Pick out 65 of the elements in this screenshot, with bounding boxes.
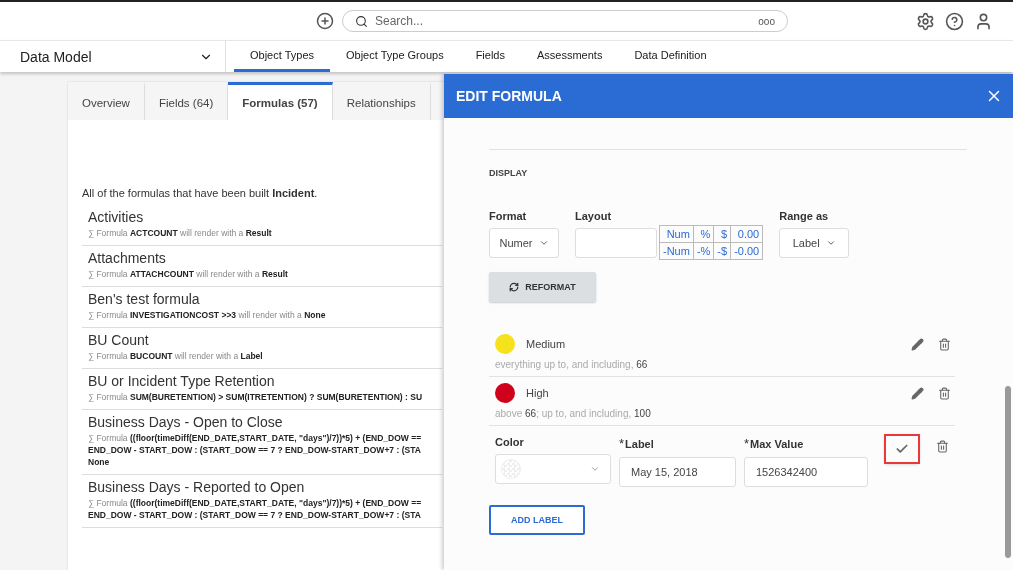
nav-tab[interactable]: Assessments — [520, 41, 619, 72]
confirm-check-icon[interactable] — [886, 436, 918, 462]
nav-tab[interactable]: Object Type Groups — [330, 41, 460, 72]
field-label: *Max Value — [744, 436, 805, 451]
field-label: Layout — [575, 210, 613, 222]
text-input[interactable]: 1526342400 — [744, 457, 868, 487]
chevron-icon — [538, 238, 549, 248]
range-select[interactable]: Label — [779, 228, 850, 258]
nav-tab[interactable]: Data Definition — [618, 41, 723, 72]
module-dropdown[interactable]: Data Model — [0, 41, 226, 72]
chevron-icon — [590, 464, 600, 474]
formula-name[interactable]: Attachments — [88, 250, 442, 266]
preview-cell: -Num — [659, 242, 694, 260]
formula-text: ∑ Formula ((floor(timeDiff(END_DATE,START_DATE, "days")/7))*5) + (END_DOW == — [88, 497, 423, 509]
formula-text: ∑ Formula BUCOUNT will render with a Label — [88, 350, 264, 362]
text-input[interactable]: May 15, 2018 — [619, 457, 736, 487]
field-label: Format — [489, 210, 528, 222]
formula-text: ∑ Formula INVESTIGATIONCOST >>3 will render with a None — [88, 309, 327, 321]
formula-name[interactable]: BU or Incident Type Retention — [88, 373, 442, 389]
preview-cell: 0.00 — [730, 225, 763, 243]
formula-text: END_DOW - START_DOW : (START_DOW == 7 ? END_DOW-START_DOW+7 : (STA — [88, 444, 422, 456]
refresh-icon — [509, 282, 520, 292]
color-select[interactable] — [495, 454, 611, 484]
settings-icon[interactable] — [916, 11, 935, 31]
section-heading: DISPLAY — [489, 168, 529, 178]
formula-name[interactable]: Business Days - Reported to Open — [88, 479, 442, 495]
panel-title: EDIT FORMULA — [456, 88, 562, 104]
more-options[interactable]: ooo — [758, 15, 775, 27]
formula-text: ∑ Formula ACTCOUNT will render with a Result — [88, 227, 273, 239]
intro-text: All of the formulas that have been built Incident. — [82, 187, 319, 199]
range-description: everything up to, and including, 66 — [495, 359, 649, 370]
scrollbar-thumb[interactable] — [1005, 386, 1011, 558]
formula-name[interactable]: Ben's test formula — [88, 291, 442, 307]
add-icon[interactable] — [316, 12, 334, 30]
preview-cell: -$ — [713, 242, 731, 260]
field-label: Range as — [779, 210, 830, 222]
layout-input[interactable] — [575, 228, 657, 258]
preview-cell: Num — [659, 225, 694, 243]
formula-text: ∑ Formula SUM(BURETENTION) > SUM(ITRETENTION) ? SUM(BURETENTION) : SU — [88, 391, 424, 403]
range-name: High — [526, 387, 549, 399]
formula-name[interactable]: BU Count — [88, 332, 442, 348]
range-description: above 66; up to, and including, 100 — [495, 408, 652, 419]
formula-text: None — [88, 456, 111, 468]
preview-cell: % — [693, 225, 714, 243]
formula-text: ∑ Formula ((floor(timeDiff(END_DATE,START_DATE, "days")/7))*5) + (END_DOW == — [88, 432, 423, 444]
nav-tab[interactable]: Object Types — [234, 41, 330, 72]
formula-text: ∑ Formula ATTACHCOUNT will render with a Result — [88, 268, 289, 280]
object-tab[interactable]: Formulas (57) — [228, 82, 333, 120]
range-name: Medium — [526, 338, 566, 350]
field-label: Color — [495, 436, 525, 448]
help-icon[interactable] — [945, 11, 964, 31]
preview-cell: -% — [693, 242, 714, 260]
format-select[interactable]: Numer — [489, 228, 559, 258]
formula-name[interactable]: Activities — [88, 209, 442, 225]
user-icon[interactable] — [974, 11, 993, 31]
preview-cell: -0.00 — [730, 242, 763, 260]
chevron-icon — [825, 238, 836, 248]
reformat-button[interactable]: REFORMAT — [489, 272, 596, 302]
formula-name[interactable]: Business Days - Open to Close — [88, 414, 442, 430]
search-icon — [355, 14, 368, 28]
preview-cell: $ — [713, 225, 731, 243]
field-label: *Label — [619, 436, 655, 451]
add-label-button[interactable]: ADD LABEL — [489, 505, 585, 535]
formula-text: END_DOW - START_DOW : (START_DOW == 7 ? END_DOW-START_DOW+7 : (STA — [88, 509, 422, 521]
nav-tab[interactable]: Fields — [459, 41, 521, 72]
